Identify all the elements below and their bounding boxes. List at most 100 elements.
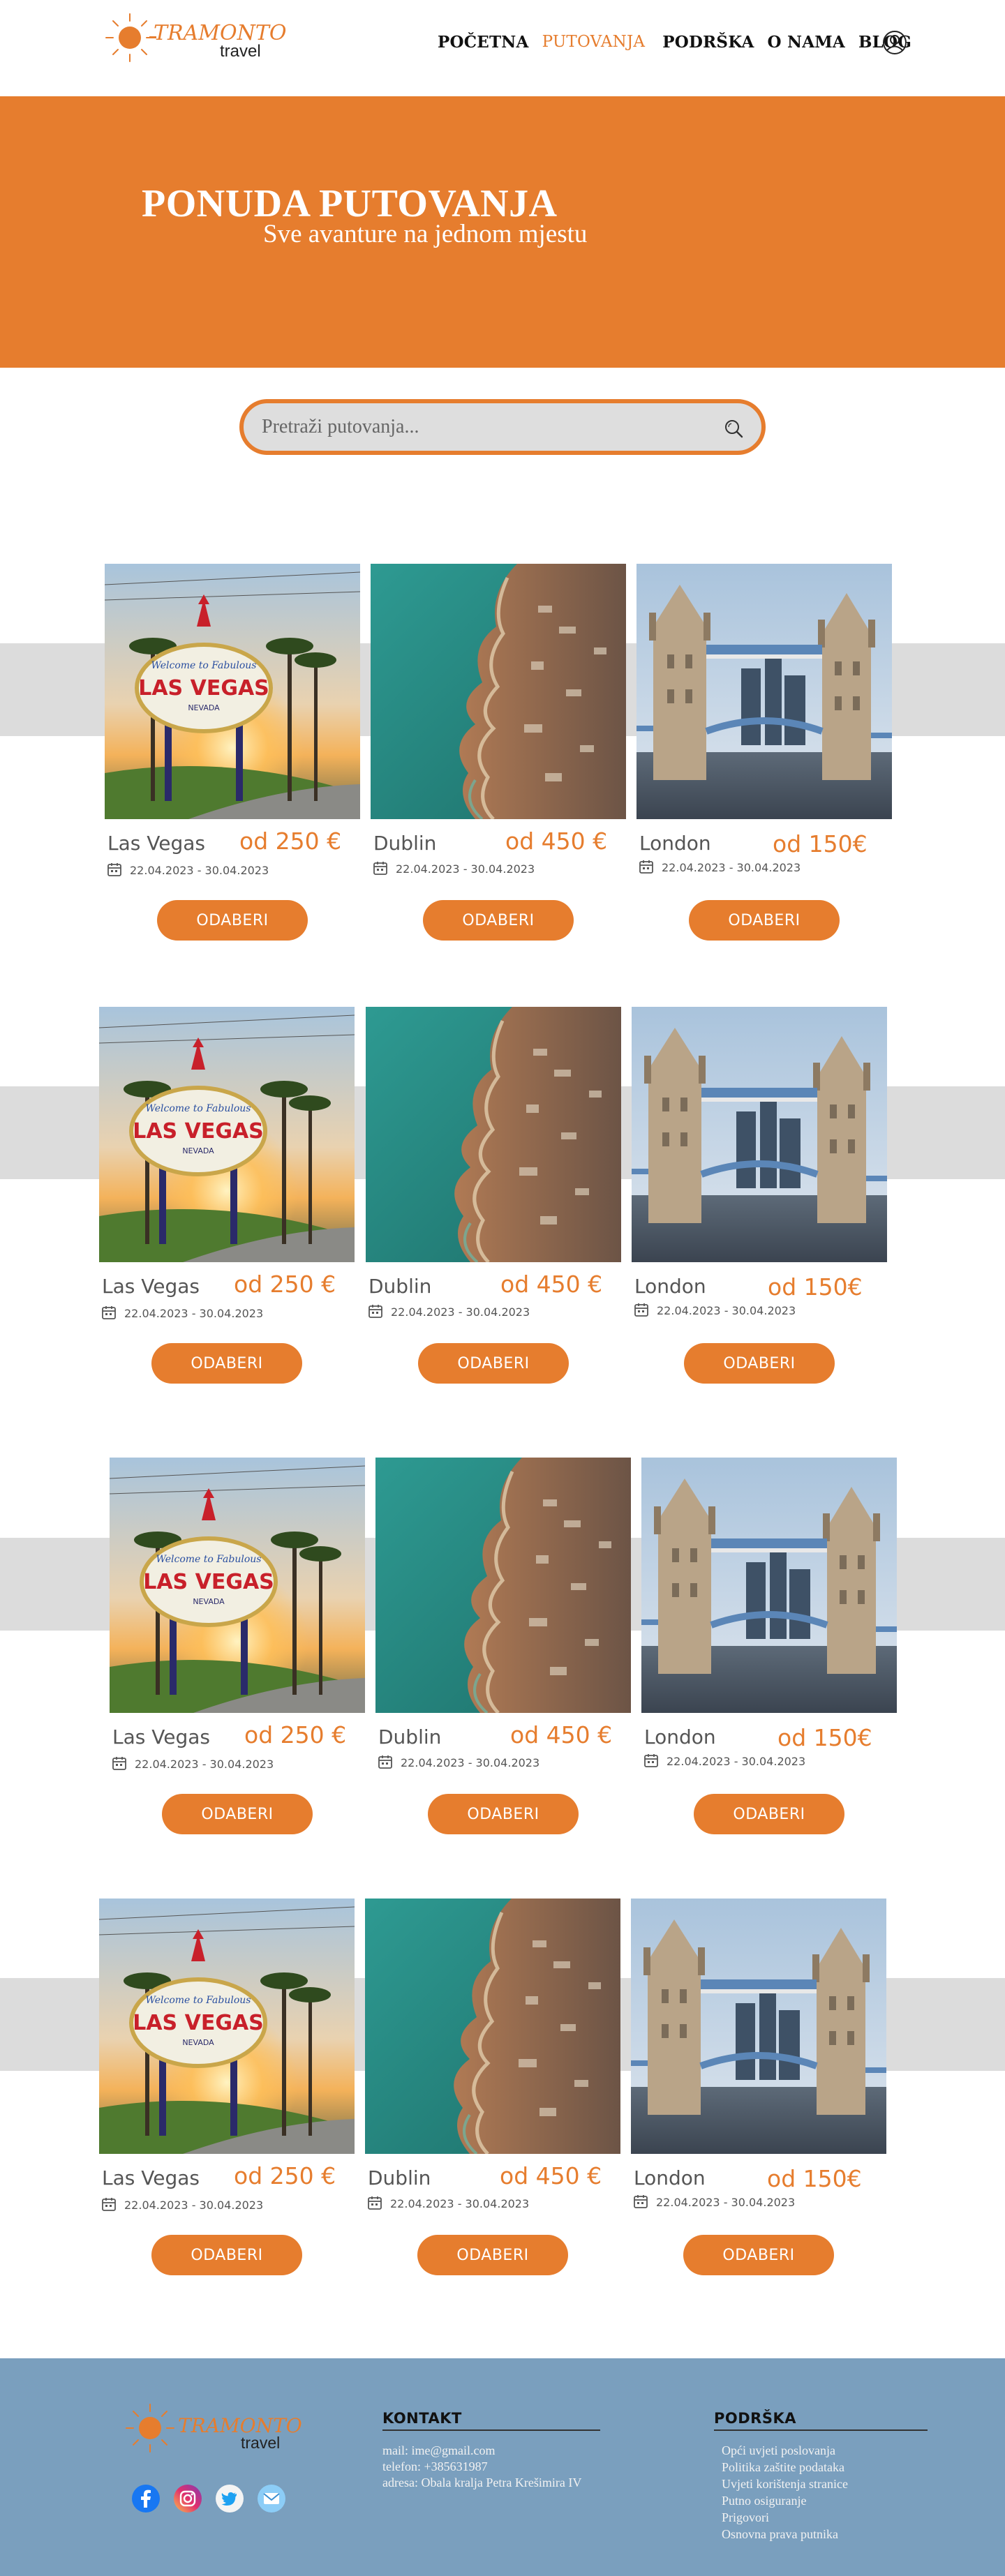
twitter-icon[interactable] <box>215 2484 244 2513</box>
brand-dash <box>149 36 156 38</box>
dublin-photo[interactable] <box>366 1007 621 1262</box>
select-trip-button[interactable]: ODABERI <box>417 2235 568 2275</box>
contact-heading: KONTAKT <box>382 2410 462 2427</box>
select-trip-button[interactable]: ODABERI <box>418 1343 569 1384</box>
trip-name: London <box>634 1275 706 1298</box>
support-link-privacy[interactable]: Politika zaštite podataka <box>722 2459 844 2476</box>
trip-dates: 22.04.2023 - 30.04.2023 <box>130 864 269 877</box>
site-footer: TRAMONTO travel KONTAKT mail: ime@gmail.… <box>0 2358 1005 2576</box>
nav-podrska[interactable]: PODRŠKA <box>662 33 754 52</box>
trip-dates: 22.04.2023 - 30.04.2023 <box>401 1756 540 1769</box>
trip-name: Dublin <box>368 2166 431 2189</box>
nav-o-nama[interactable]: O NAMA <box>768 33 845 52</box>
select-trip-button[interactable]: ODABERI <box>689 900 840 941</box>
search-icon[interactable] <box>722 417 745 440</box>
instagram-icon[interactable] <box>173 2484 202 2513</box>
trip-name: Las Vegas <box>107 832 205 855</box>
user-icon[interactable] <box>882 30 907 55</box>
calendar-icon <box>107 862 121 876</box>
sun-logo-icon <box>105 13 154 62</box>
select-trip-button[interactable]: ODABERI <box>423 900 574 941</box>
dublin-photo[interactable] <box>375 1458 631 1713</box>
hero-banner: PONUDA PUTOVANJA Sve avanture na jednom … <box>0 96 1005 368</box>
contact-address: adresa: Obala kralja Petra Krešimira IV <box>382 2476 582 2489</box>
footer-brand-logo[interactable]: TRAMONTO travel <box>122 2400 302 2463</box>
brand-tagline: travel <box>220 42 261 61</box>
search-input[interactable] <box>262 413 694 441</box>
las-vegas-photo[interactable] <box>105 564 360 819</box>
london-photo[interactable] <box>636 564 892 819</box>
dublin-photo[interactable] <box>371 564 626 819</box>
trip-price: od 450 € <box>505 828 608 855</box>
london-photo[interactable] <box>631 1899 886 2154</box>
calendar-icon <box>368 2196 382 2210</box>
brand-tagline: travel <box>241 2434 281 2452</box>
london-photo[interactable] <box>641 1458 897 1713</box>
search-bar <box>239 399 766 455</box>
contact-email[interactable]: mail: ime@gmail.com <box>382 2442 496 2459</box>
select-trip-button[interactable]: ODABERI <box>428 1794 579 1834</box>
select-trip-button[interactable]: ODABERI <box>683 2235 834 2275</box>
support-link-insurance[interactable]: Putno osiguranje <box>722 2492 807 2509</box>
select-trip-button[interactable]: ODABERI <box>151 1343 302 1384</box>
support-link-terms[interactable]: Opći uvjeti poslovanja <box>722 2442 835 2459</box>
nav-pocetna[interactable]: POČETNA <box>438 33 529 52</box>
trip-dates: 22.04.2023 - 30.04.2023 <box>667 1755 806 1768</box>
calendar-icon <box>112 1756 126 1770</box>
trip-price: od 450 € <box>500 1271 603 1298</box>
london-photo[interactable] <box>632 1007 887 1262</box>
select-trip-button[interactable]: ODABERI <box>684 1343 835 1384</box>
trip-dates: 22.04.2023 - 30.04.2023 <box>656 2196 796 2209</box>
trip-price: od 450 € <box>500 2162 602 2189</box>
trip-price: od 150€ <box>777 1724 872 1751</box>
trip-name: London <box>634 2166 706 2189</box>
dublin-photo[interactable] <box>365 1899 620 2154</box>
contact-phone[interactable]: telefon: +385631987 <box>382 2458 488 2475</box>
select-trip-button[interactable]: ODABERI <box>162 1794 313 1834</box>
trip-dates: 22.04.2023 - 30.04.2023 <box>662 861 801 874</box>
calendar-icon <box>102 2197 116 2211</box>
site-header: TRAMONTO travel POČETNA PUTOVANJA PODRŠK… <box>0 0 1005 96</box>
select-trip-button[interactable]: ODABERI <box>151 2235 302 2275</box>
trip-price: od 250 € <box>234 2162 336 2189</box>
las-vegas-photo[interactable] <box>99 1899 355 2154</box>
trip-price: od 250 € <box>239 828 342 855</box>
trip-name: Dublin <box>378 1725 442 1748</box>
trip-dates: 22.04.2023 - 30.04.2023 <box>657 1304 796 1317</box>
brand-name: TRAMONTO <box>178 2414 302 2437</box>
select-trip-button[interactable]: ODABERI <box>694 1794 844 1834</box>
trip-dates: 22.04.2023 - 30.04.2023 <box>124 1307 264 1320</box>
facebook-icon[interactable] <box>131 2484 161 2513</box>
las-vegas-photo[interactable] <box>110 1458 365 1713</box>
trip-price: od 150€ <box>767 2165 862 2192</box>
trip-name: London <box>639 832 711 855</box>
trip-dates: 22.04.2023 - 30.04.2023 <box>390 2197 530 2210</box>
trip-name: Dublin <box>373 832 437 855</box>
calendar-icon <box>373 861 387 875</box>
trip-dates: 22.04.2023 - 30.04.2023 <box>396 862 535 876</box>
calendar-icon <box>634 1303 648 1317</box>
trip-dates: 22.04.2023 - 30.04.2023 <box>135 1758 274 1771</box>
trip-price: od 150€ <box>773 830 868 858</box>
sun-logo-icon <box>126 2404 174 2453</box>
trip-price: od 450 € <box>510 1721 613 1748</box>
trip-name: Las Vegas <box>102 2166 200 2189</box>
calendar-icon <box>644 1753 658 1767</box>
contact-divider <box>382 2429 600 2431</box>
support-link-site-terms[interactable]: Uvjeti korištenja stranice <box>722 2476 848 2492</box>
support-link-complaints[interactable]: Prigovori <box>722 2509 769 2526</box>
calendar-icon <box>634 2194 648 2208</box>
email-icon[interactable] <box>257 2484 286 2513</box>
las-vegas-photo[interactable] <box>99 1007 355 1262</box>
select-trip-button[interactable]: ODABERI <box>157 900 308 941</box>
nav-putovanja[interactable]: PUTOVANJA <box>542 33 646 51</box>
support-link-passenger-rights[interactable]: Osnovna prava putnika <box>722 2526 838 2543</box>
trip-dates: 22.04.2023 - 30.04.2023 <box>391 1305 530 1319</box>
trip-name: Las Vegas <box>112 1725 210 1748</box>
trip-price: od 150€ <box>768 1273 863 1301</box>
trip-price: od 250 € <box>244 1721 347 1748</box>
trip-name: Las Vegas <box>102 1275 200 1298</box>
page-subtitle: Sve avanture na jednom mjestu <box>263 220 588 248</box>
brand-logo[interactable]: TRAMONTO travel <box>99 7 286 70</box>
trip-dates: 22.04.2023 - 30.04.2023 <box>124 2199 264 2212</box>
